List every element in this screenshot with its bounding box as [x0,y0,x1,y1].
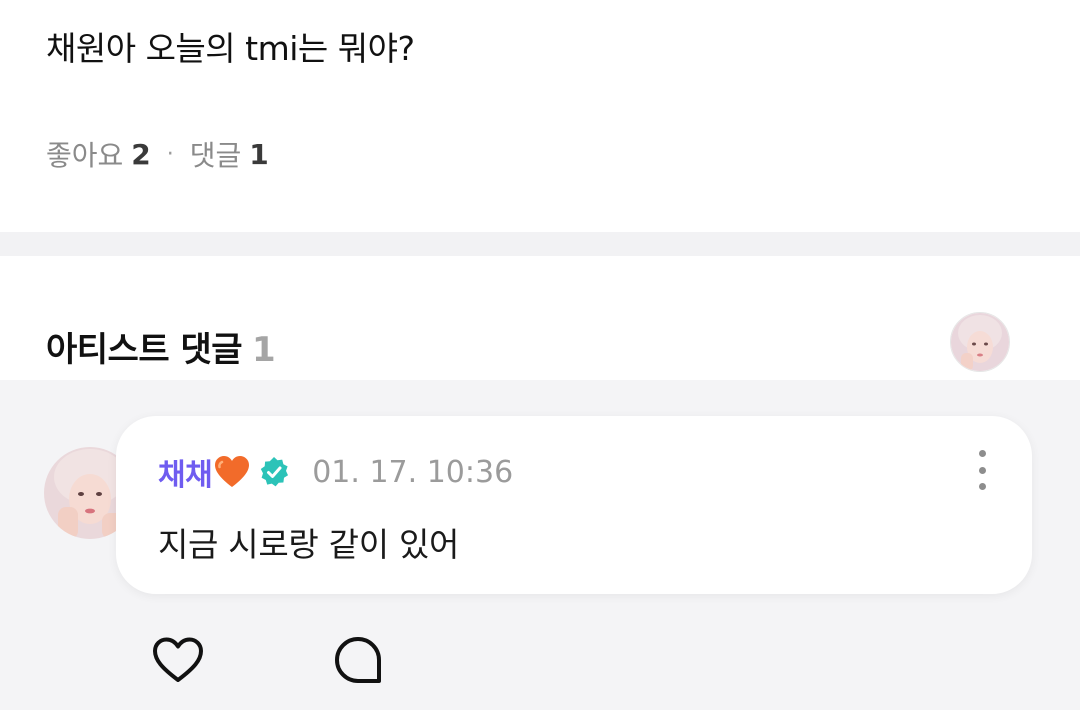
comment-body-text: 지금 시로랑 같이 있어 [158,525,460,564]
artist-comments-label: 아티스트 댓글 [46,330,243,370]
post-body-text: 채원아 오늘의 tmi는 뭐야? [46,29,415,68]
comment-header: 채채 01. 17. 10:36 [158,450,514,494]
artist-comments-count: 1 [252,330,276,370]
comment-actions [150,632,386,688]
comment-author-name[interactable]: 채채 [158,450,213,494]
artist-comments-header: 아티스트 댓글 1 [0,256,1080,380]
comments-label[interactable]: 댓글 [190,134,242,174]
post-section: 채원아 오늘의 tmi는 뭐야? 좋아요 2 · 댓글 1 [0,0,1080,232]
heart-outline-icon[interactable] [150,632,206,688]
verified-badge-icon [258,456,290,488]
likes-label[interactable]: 좋아요 [46,134,123,174]
artist-comments-title: 아티스트 댓글 1 [46,322,276,371]
artist-avatar-small[interactable] [950,312,1010,372]
comment-bubble: 채채 01. 17. 10:36 지금 시로랑 같이 있어 [116,416,1032,594]
section-divider [0,232,1080,256]
post-stats: 좋아요 2 · 댓글 1 [46,134,269,174]
post-detail-screen: 채원아 오늘의 tmi는 뭐야? 좋아요 2 · 댓글 1 아티스트 댓글1 [0,0,1080,710]
comments-count[interactable]: 1 [249,138,268,171]
comment-timestamp: 01. 17. 10:36 [312,454,514,490]
artist-comment-list: 채채 01. 17. 10:36 지금 시로랑 같이 있어 [0,380,1080,710]
stats-separator: · [166,141,174,167]
more-vertical-icon[interactable] [970,450,994,490]
likes-count[interactable]: 2 [131,138,150,171]
orange-heart-icon [214,455,250,489]
chat-bubble-icon[interactable] [330,632,386,688]
